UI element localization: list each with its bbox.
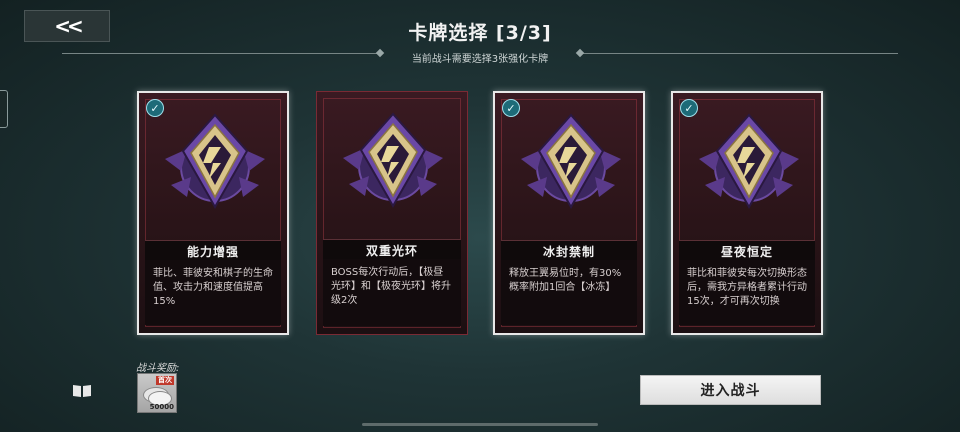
card-description: BOSS每次行动后，【极昼光环】和【极夜光环】将升级2次 xyxy=(323,259,461,326)
first-time-badge: 首次 xyxy=(156,376,174,385)
checkmark-icon: ✓ xyxy=(502,99,520,117)
checkmark-icon: ✓ xyxy=(680,99,698,117)
card-name: 能力增强 xyxy=(145,240,281,262)
reward-item[interactable]: 首次 50000 xyxy=(137,373,177,413)
book-icon[interactable] xyxy=(72,384,92,398)
card-name: 双重光环 xyxy=(323,239,461,261)
card[interactable]: ✓ 双重光环 BOSS每次行动后，【极昼光环】和【极夜光环】将升级2次 xyxy=(316,91,468,335)
card[interactable]: ✓ 昼夜恒定 菲比和菲彼安每次切换形态后，需我方异格者累计行动15次，才可再次切… xyxy=(671,91,823,335)
home-indicator xyxy=(362,423,598,426)
reward-amount: 50000 xyxy=(149,403,174,411)
emblem-icon xyxy=(164,114,266,208)
emblem-icon xyxy=(342,113,444,207)
card[interactable]: ✓ 冰封禁制 释放王翼易位时，有30%概率附加1回合【冰冻】 xyxy=(493,91,645,335)
checkmark-icon: ✓ xyxy=(146,99,164,117)
reward-label: 战斗奖励: xyxy=(136,363,180,374)
header: 卡牌选择 [3/3] 当前战斗需要选择3张强化卡牌 xyxy=(0,18,960,65)
card-description: 菲比和菲彼安每次切换形态后，需我方异格者累计行动15次，才可再次切换 xyxy=(679,260,815,325)
card-name: 冰封禁制 xyxy=(501,240,637,262)
emblem-icon xyxy=(520,114,622,208)
title-divider-right xyxy=(575,48,898,58)
title-divider-left xyxy=(62,48,385,58)
card[interactable]: ✓ 能力增强 菲比、菲彼安和棋子的生命值、攻击力和速度值提高15% xyxy=(137,91,289,335)
emblem-icon xyxy=(698,114,800,208)
side-drawer-tab[interactable] xyxy=(0,90,8,128)
card-description: 菲比、菲彼安和棋子的生命值、攻击力和速度值提高15% xyxy=(145,260,281,325)
enter-battle-button[interactable]: 进入战斗 xyxy=(640,375,821,405)
card-description: 释放王翼易位时，有30%概率附加1回合【冰冻】 xyxy=(501,260,637,325)
card-name: 昼夜恒定 xyxy=(679,240,815,262)
page-title: 卡牌选择 [3/3] xyxy=(408,22,552,44)
